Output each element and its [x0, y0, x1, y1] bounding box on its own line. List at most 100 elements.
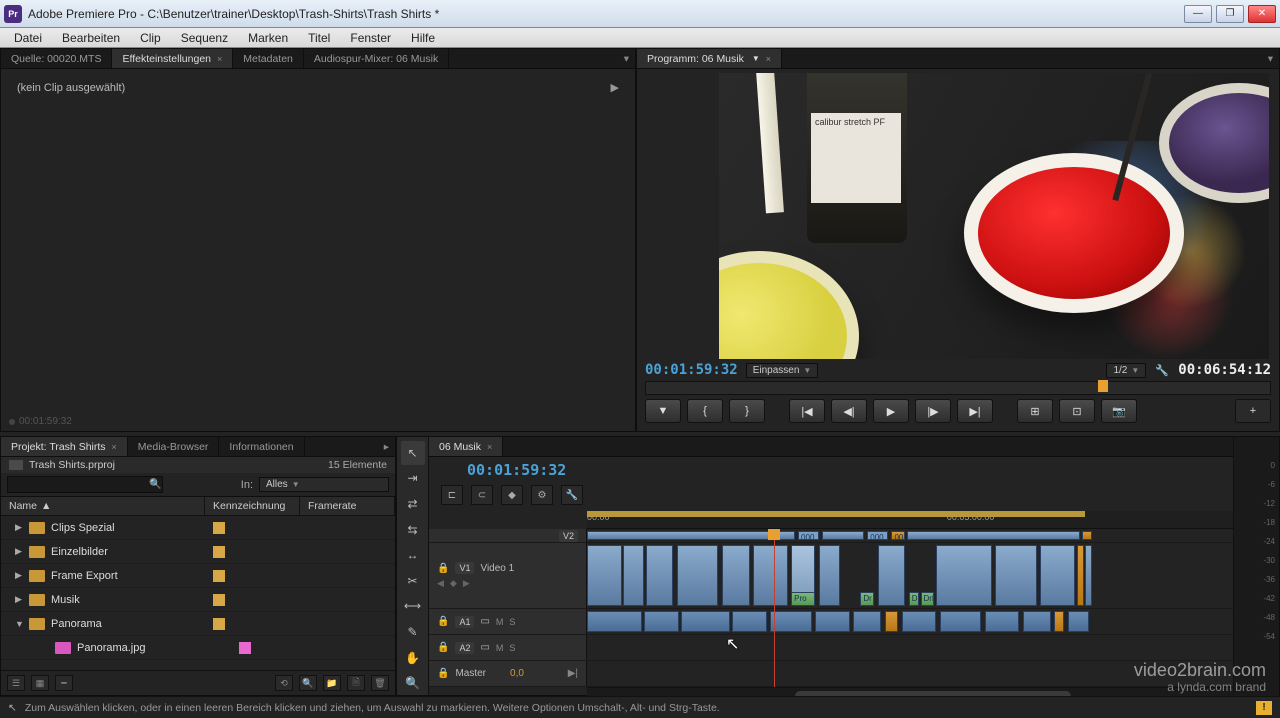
zoom-tool[interactable]: 🔍: [401, 671, 425, 695]
program-playhead[interactable]: [1098, 380, 1108, 392]
track-select-tool[interactable]: ⇥: [401, 467, 425, 491]
new-item-button[interactable]: 🗎: [347, 675, 365, 691]
mute-button[interactable]: M: [496, 617, 504, 627]
tab-media-browser[interactable]: Media-Browser: [128, 437, 220, 456]
program-timecode-current[interactable]: 00:01:59:32: [645, 362, 738, 378]
razor-tool[interactable]: ✂: [401, 569, 425, 593]
tab-metadata[interactable]: Metadaten: [233, 49, 304, 68]
panel-menu-icon[interactable]: ▾: [618, 53, 635, 65]
search-input[interactable]: [7, 476, 163, 493]
in-point-button[interactable]: {: [687, 399, 723, 423]
extract-button[interactable]: ⊡: [1059, 399, 1095, 423]
track-id[interactable]: A1: [455, 616, 474, 628]
hand-tool[interactable]: ✋: [401, 646, 425, 670]
menu-titel[interactable]: Titel: [298, 29, 340, 47]
tab-source[interactable]: Quelle: 00020.MTS: [1, 49, 112, 68]
menu-datei[interactable]: Datei: [4, 29, 52, 47]
play-arrow-icon[interactable]: ▶: [611, 81, 619, 94]
track-id[interactable]: A2: [455, 642, 474, 654]
panel-menu-icon[interactable]: ▾: [1262, 53, 1279, 65]
list-item[interactable]: Panorama.jpg: [1, 636, 395, 660]
snap-button[interactable]: ⊏: [441, 485, 463, 505]
selection-tool[interactable]: ↖: [401, 441, 425, 465]
col-framerate[interactable]: Framerate: [300, 497, 395, 515]
menu-clip[interactable]: Clip: [130, 29, 171, 47]
toggle-icon[interactable]: ▭: [480, 616, 489, 627]
lock-icon[interactable]: 🔒: [437, 642, 449, 653]
close-icon[interactable]: ×: [217, 54, 222, 64]
minimize-button[interactable]: —: [1184, 5, 1212, 23]
close-icon[interactable]: ×: [112, 442, 117, 452]
close-icon[interactable]: ×: [766, 54, 771, 64]
in-dropdown[interactable]: Alles▼: [259, 477, 389, 492]
settings-icon[interactable]: 🔧: [1154, 362, 1170, 378]
search-icon[interactable]: 🔍: [149, 479, 161, 490]
step-back-button[interactable]: ◀|: [831, 399, 867, 423]
delete-button[interactable]: 🗑: [371, 675, 389, 691]
goto-in-button[interactable]: |◀: [789, 399, 825, 423]
marker-add-button[interactable]: ◆: [501, 485, 523, 505]
tab-audio-mixer[interactable]: Audiospur-Mixer: 06 Musik: [304, 49, 449, 68]
timeline-timecode[interactable]: 00:01:59:32: [429, 457, 1279, 483]
sequence-tab[interactable]: 06 Musik×: [429, 437, 503, 456]
list-item[interactable]: ▼Panorama: [1, 612, 395, 636]
settings-button[interactable]: ⚙: [531, 485, 553, 505]
panel-menu-icon[interactable]: ▸: [378, 441, 395, 453]
menu-marken[interactable]: Marken: [238, 29, 298, 47]
new-bin-button[interactable]: 📁: [323, 675, 341, 691]
program-video-display[interactable]: calibur stretch PF: [719, 73, 1269, 361]
menu-fenster[interactable]: Fenster: [340, 29, 401, 47]
track-id[interactable]: V1: [455, 562, 474, 574]
icon-view-button[interactable]: ▦: [31, 675, 49, 691]
master-value[interactable]: 0,0: [510, 668, 524, 679]
goto-out-button[interactable]: ▶|: [957, 399, 993, 423]
add-button[interactable]: +: [1235, 399, 1271, 423]
slip-tool[interactable]: ⟷: [401, 595, 425, 619]
next-keyframe-icon[interactable]: ▶: [463, 578, 470, 589]
list-item[interactable]: ▶Musik: [1, 588, 395, 612]
pen-tool[interactable]: ✎: [401, 620, 425, 644]
linked-button[interactable]: ⊂: [471, 485, 493, 505]
toggle-icon[interactable]: ▭: [480, 642, 489, 653]
marker-button[interactable]: ▼: [645, 399, 681, 423]
wrench-icon[interactable]: 🔧: [561, 485, 583, 505]
lock-icon[interactable]: 🔒: [437, 563, 449, 574]
add-keyframe-icon[interactable]: ◆: [450, 578, 457, 589]
disclosure-icon[interactable]: ▶: [15, 522, 29, 533]
scale-dropdown[interactable]: 1/2▼: [1106, 363, 1146, 378]
disclosure-icon[interactable]: ▶: [15, 594, 29, 605]
chevron-down-icon[interactable]: ▼: [752, 54, 760, 63]
list-item[interactable]: ▶Einzelbilder: [1, 540, 395, 564]
timeline-ruler[interactable]: 00:00 00:05:00:00: [587, 511, 1279, 529]
list-item[interactable]: ▶Frame Export: [1, 564, 395, 588]
program-ruler[interactable]: [645, 381, 1271, 395]
step-fwd-button[interactable]: |▶: [915, 399, 951, 423]
lift-button[interactable]: ⊞: [1017, 399, 1053, 423]
tab-effect-settings[interactable]: Effekteinstellungen×: [112, 49, 233, 68]
col-name[interactable]: Name ▲: [1, 497, 205, 515]
disclosure-icon[interactable]: ▶: [15, 570, 29, 581]
tab-project[interactable]: Projekt: Trash Shirts×: [1, 437, 128, 456]
list-item[interactable]: ▶Clips Spezial: [1, 516, 395, 540]
fit-dropdown[interactable]: Einpassen▼: [746, 363, 819, 378]
solo-button[interactable]: S: [509, 617, 515, 627]
disclosure-icon[interactable]: ▶: [15, 546, 29, 557]
menu-hilfe[interactable]: Hilfe: [401, 29, 445, 47]
out-point-button[interactable]: }: [729, 399, 765, 423]
find-button[interactable]: 🔍: [299, 675, 317, 691]
goto-end-icon[interactable]: ▶|: [568, 668, 578, 679]
rolling-tool[interactable]: ⇆: [401, 518, 425, 542]
col-label[interactable]: Kennzeichnung: [205, 497, 300, 515]
play-button[interactable]: ▶: [873, 399, 909, 423]
zoom-slider[interactable]: ━: [55, 675, 73, 691]
solo-button[interactable]: S: [509, 643, 515, 653]
lock-icon[interactable]: 🔒: [437, 616, 449, 627]
rate-stretch-tool[interactable]: ↔: [401, 543, 425, 567]
export-frame-button[interactable]: 📷: [1101, 399, 1137, 423]
menu-bearbeiten[interactable]: Bearbeiten: [52, 29, 130, 47]
timeline-playhead[interactable]: [774, 529, 775, 687]
menu-sequenz[interactable]: Sequenz: [171, 29, 238, 47]
prev-keyframe-icon[interactable]: ◀: [437, 578, 444, 589]
disclosure-icon[interactable]: ▼: [15, 619, 29, 629]
mute-button[interactable]: M: [496, 643, 504, 653]
